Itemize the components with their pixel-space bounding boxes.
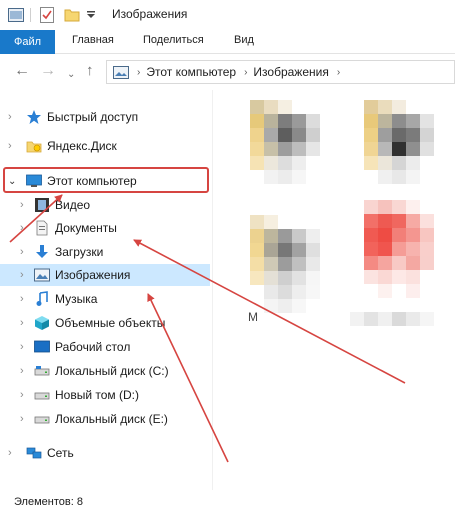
- new-folder-icon[interactable]: [64, 7, 80, 23]
- sidebar-item-videos[interactable]: › Видео: [0, 194, 212, 216]
- sidebar-item-3d-objects[interactable]: › Объемные объекты: [0, 312, 212, 334]
- breadcrumb-pictures[interactable]: Изображения: [253, 65, 328, 79]
- explorer-window-icon: [8, 8, 24, 22]
- download-icon: [36, 245, 48, 258]
- status-item-count: Элементов: 8: [14, 496, 83, 508]
- expand-chevron-icon[interactable]: ›: [20, 341, 24, 353]
- sidebar-item-label: Документы: [55, 221, 117, 235]
- breadcrumb-chevron-icon[interactable]: ›: [244, 67, 247, 78]
- expand-chevron-icon[interactable]: ›: [20, 293, 24, 305]
- forward-arrow-icon[interactable]: →: [40, 62, 56, 80]
- tab-home[interactable]: Главная: [72, 34, 114, 46]
- 3d-objects-icon: [35, 316, 49, 330]
- expand-chevron-icon[interactable]: ›: [20, 413, 24, 425]
- breadcrumb-chevron-icon[interactable]: ›: [137, 67, 140, 78]
- recent-locations-chevron-icon[interactable]: ⌄: [67, 66, 75, 84]
- desktop-icon: [34, 340, 50, 353]
- sidebar-item-documents[interactable]: › Документы: [0, 217, 212, 239]
- back-arrow-icon[interactable]: ←: [14, 62, 30, 80]
- tab-file[interactable]: Файл: [0, 30, 55, 54]
- sidebar-item-label: Загрузки: [55, 245, 104, 259]
- sidebar-item-quick-access[interactable]: › Быстрый доступ: [0, 106, 212, 128]
- drive-icon: [34, 416, 50, 424]
- network-icon: [26, 447, 42, 459]
- breadcrumb-this-pc[interactable]: Этот компьютер: [146, 65, 236, 79]
- expand-chevron-icon[interactable]: ›: [20, 365, 24, 377]
- expand-chevron-icon[interactable]: ›: [20, 246, 24, 258]
- system-drive-icon: [34, 366, 50, 376]
- sidebar-item-label: Изображения: [55, 268, 131, 282]
- sidebar-item-label: Новый том (D:): [55, 388, 139, 402]
- navigation-bar: ← → ⌄ ↑ › Этот компьютер › Изображения ›: [0, 54, 455, 90]
- sidebar-item-network[interactable]: › Сеть: [0, 442, 212, 464]
- sidebar-item-drive-c[interactable]: › Локальный диск (C:): [0, 360, 212, 382]
- expand-chevron-icon[interactable]: ›: [8, 111, 12, 123]
- window-title: Изображения: [112, 7, 188, 21]
- yandex-disk-icon: [26, 141, 42, 153]
- annotation-highlight-box: [3, 167, 209, 193]
- title-bar: Изображения: [0, 0, 455, 30]
- sidebar-item-label: Быстрый доступ: [47, 110, 139, 124]
- sidebar-item-drive-d[interactable]: › Новый том (D:): [0, 384, 212, 406]
- sidebar-item-label: Яндекс.Диск: [47, 139, 117, 153]
- document-icon: [36, 220, 48, 236]
- pictures-icon: [34, 268, 50, 282]
- navigation-pane: › Быстрый доступ › Яндекс.Диск ⌄ Этот ко…: [0, 90, 212, 490]
- sidebar-item-label: Музыка: [55, 292, 98, 306]
- tab-view[interactable]: Вид: [234, 34, 254, 46]
- quick-access-separator: [30, 8, 31, 22]
- quick-access-dropdown-icon[interactable]: [86, 11, 96, 19]
- sidebar-item-label: Рабочий стол: [55, 340, 131, 354]
- breadcrumb-chevron-icon[interactable]: ›: [337, 67, 340, 78]
- expand-chevron-icon[interactable]: ›: [20, 199, 24, 211]
- star-icon: [27, 110, 41, 124]
- expand-chevron-icon[interactable]: ›: [20, 269, 24, 281]
- sidebar-item-label: Локальный диск (C:): [55, 364, 169, 378]
- music-icon: [36, 291, 48, 306]
- sidebar-item-drive-e[interactable]: › Локальный диск (E:): [0, 408, 212, 430]
- sidebar-item-downloads[interactable]: › Загрузки: [0, 241, 212, 263]
- expand-chevron-icon[interactable]: ›: [20, 389, 24, 401]
- pane-divider: [212, 90, 213, 490]
- drive-icon: [34, 392, 50, 400]
- sidebar-item-label: Сеть: [47, 446, 74, 460]
- folder-name-partial: M: [248, 310, 258, 324]
- expand-chevron-icon[interactable]: ›: [8, 447, 12, 459]
- sidebar-item-yandex-disk[interactable]: › Яндекс.Диск: [0, 135, 212, 157]
- sidebar-item-music[interactable]: › Музыка: [0, 288, 212, 310]
- address-bar[interactable]: › Этот компьютер › Изображения ›: [106, 60, 455, 84]
- pictures-location-icon: [113, 65, 129, 79]
- sidebar-item-desktop[interactable]: › Рабочий стол: [0, 336, 212, 358]
- properties-icon[interactable]: [40, 7, 54, 23]
- film-icon: [35, 198, 49, 212]
- expand-chevron-icon[interactable]: ›: [20, 222, 24, 234]
- sidebar-item-pictures[interactable]: › Изображения: [0, 264, 210, 286]
- sidebar-item-label: Видео: [55, 198, 91, 212]
- up-arrow-icon[interactable]: ↑: [86, 62, 94, 80]
- expand-chevron-icon[interactable]: ›: [20, 317, 24, 329]
- sidebar-item-label: Объемные объекты: [55, 316, 166, 330]
- sidebar-item-label: Локальный диск (E:): [55, 412, 168, 426]
- expand-chevron-icon[interactable]: ›: [8, 140, 12, 152]
- tab-share[interactable]: Поделиться: [143, 34, 204, 46]
- ribbon-tabs: Файл Главная Поделиться Вид: [0, 30, 455, 54]
